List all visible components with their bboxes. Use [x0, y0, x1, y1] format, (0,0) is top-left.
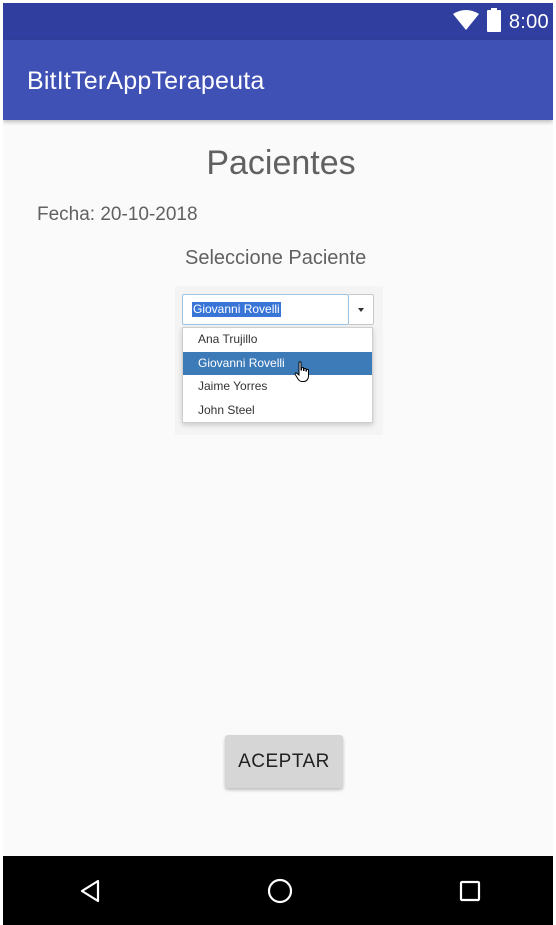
date-text: Fecha: 20-10-2018 — [37, 204, 198, 225]
status-icons: 8:00 — [452, 7, 549, 37]
back-icon[interactable] — [73, 874, 107, 908]
battery-icon — [486, 7, 501, 37]
recents-icon[interactable] — [453, 874, 487, 908]
patient-select[interactable]: Giovanni Rovelli — [182, 294, 349, 325]
select-patient-label: Seleccione Paciente — [185, 247, 367, 269]
status-bar: 8:00 — [3, 3, 553, 40]
dropdown-toggle-button[interactable] — [349, 294, 374, 325]
patient-option[interactable]: Ana Trujillo — [183, 328, 372, 352]
patient-dropdown: Giovanni Rovelli Ana Trujillo Giovanni R… — [175, 286, 383, 435]
phone-screen: 8:00 BitItTerAppTerapeuta Pacientes Fech… — [3, 3, 553, 925]
patient-option-highlighted[interactable]: Giovanni Rovelli — [183, 351, 372, 375]
main-content: Pacientes Fecha: 20-10-2018 Seleccione P… — [3, 120, 553, 856]
hand-cursor-icon — [294, 361, 312, 388]
app-bar: BitItTerAppTerapeuta — [3, 40, 553, 120]
navigation-bar — [3, 856, 553, 925]
patient-option[interactable]: John Steel — [183, 399, 372, 423]
accept-button[interactable]: ACEPTAR — [225, 735, 343, 788]
home-icon[interactable] — [263, 874, 297, 908]
patient-option[interactable]: Jaime Yorres — [183, 375, 372, 399]
selected-patient-value: Giovanni Rovelli — [192, 302, 281, 317]
wifi-icon — [452, 9, 479, 35]
chevron-down-icon — [358, 307, 364, 312]
app-title: BitItTerAppTerapeuta — [27, 67, 265, 95]
page-title: Pacientes — [206, 144, 356, 182]
patient-options-list: Ana Trujillo Giovanni Rovelli Jaime Yorr… — [182, 327, 373, 423]
status-time: 8:00 — [508, 10, 549, 33]
